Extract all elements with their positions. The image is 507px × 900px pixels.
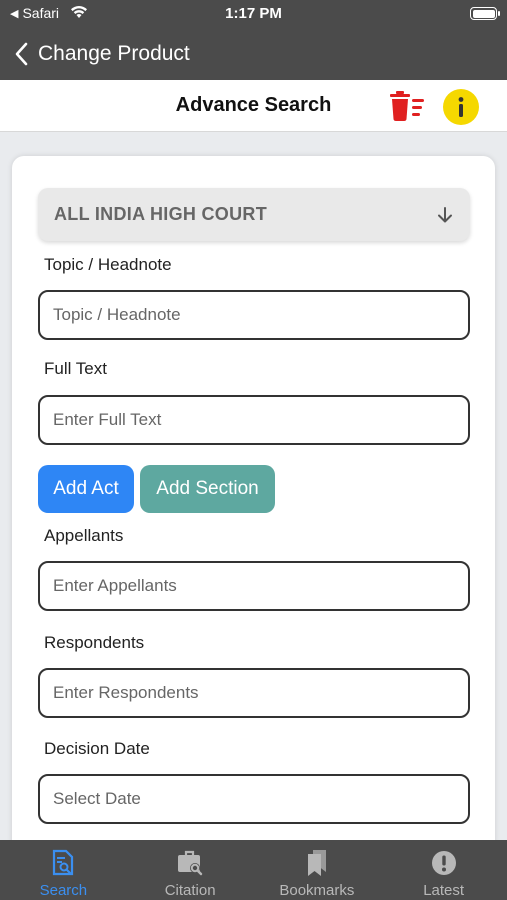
respondents-input[interactable] xyxy=(38,668,470,718)
tab-citation[interactable]: Citation xyxy=(127,840,254,900)
bookmarks-icon xyxy=(304,848,330,878)
page-header: Advance Search xyxy=(0,80,507,132)
topic-label: Topic / Headnote xyxy=(44,255,172,274)
add-section-button[interactable]: Add Section xyxy=(140,465,275,513)
add-act-button[interactable]: Add Act xyxy=(38,465,134,513)
respondents-label: Respondents xyxy=(44,633,145,652)
appellants-label: Appellants xyxy=(44,526,124,545)
status-bar: ◀ Safari 1:17 PM xyxy=(0,0,507,28)
tab-bar: Search Citation Bookmarks Latest xyxy=(0,840,507,900)
search-doc-icon xyxy=(50,848,76,878)
arrow-down-icon xyxy=(438,206,452,222)
tab-bookmarks[interactable]: Bookmarks xyxy=(254,840,381,900)
back-button[interactable]: Change Product xyxy=(14,42,190,66)
search-form-card: ALL INDIA HIGH COURT Topic / Headnote Fu… xyxy=(12,156,495,856)
tab-latest[interactable]: Latest xyxy=(380,840,507,900)
tab-search-label: Search xyxy=(39,882,88,899)
decision-date-input[interactable] xyxy=(38,774,470,824)
court-select-value: ALL INDIA HIGH COURT xyxy=(54,204,267,224)
clear-filters-button[interactable] xyxy=(388,90,426,122)
clock: 1:17 PM xyxy=(225,5,282,22)
page-title: Advance Search xyxy=(175,94,332,116)
fulltext-label: Full Text xyxy=(44,359,107,378)
trash-list-icon xyxy=(390,91,424,121)
court-select[interactable]: ALL INDIA HIGH COURT xyxy=(38,188,470,241)
chevron-left-icon xyxy=(15,42,28,66)
back-title: Change Product xyxy=(38,42,190,65)
appellants-input[interactable] xyxy=(38,561,470,611)
decision-date-label: Decision Date xyxy=(44,739,150,758)
tab-bookmarks-label: Bookmarks xyxy=(279,882,355,899)
info-icon xyxy=(458,97,464,117)
briefcase-search-icon xyxy=(176,848,204,878)
navigation-bar: Change Product xyxy=(0,28,507,80)
tab-latest-label: Latest xyxy=(423,882,465,899)
tab-citation-label: Citation xyxy=(164,882,216,899)
alert-circle-icon xyxy=(430,848,458,878)
tab-search[interactable]: Search xyxy=(0,840,127,900)
fulltext-input[interactable] xyxy=(38,395,470,445)
topic-input[interactable] xyxy=(38,290,470,340)
info-button[interactable] xyxy=(443,89,479,125)
battery-icon xyxy=(470,7,500,20)
